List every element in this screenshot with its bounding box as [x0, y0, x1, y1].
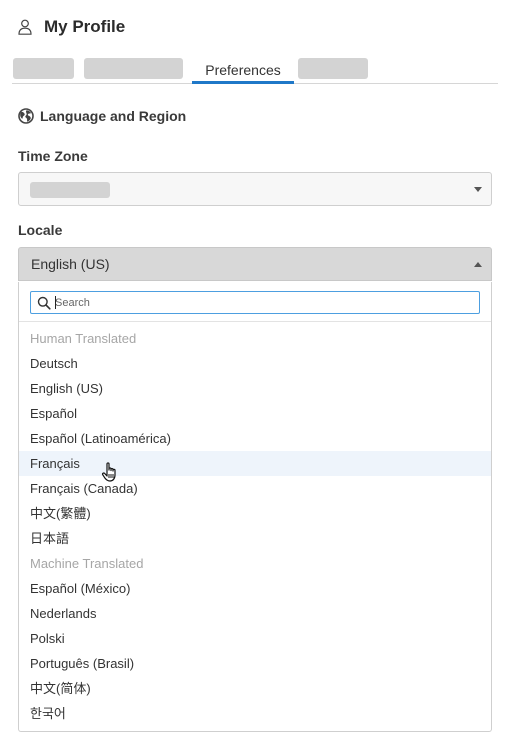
option-espanol-latinoamerica[interactable]: Español (Latinoamérica) [19, 426, 491, 451]
chevron-down-icon [474, 187, 482, 192]
option-japanese[interactable]: 日本語 [19, 526, 491, 551]
profile-page: My Profile Preferences Language and Regi… [0, 0, 510, 750]
text-cursor [55, 296, 56, 309]
option-group-machine-translated: Machine Translated [30, 556, 144, 571]
tab-redacted-1[interactable] [13, 58, 74, 79]
page-header: My Profile [18, 14, 125, 40]
option-korean[interactable]: 한국어 [19, 701, 491, 726]
tab-redacted-2[interactable] [84, 58, 183, 79]
time-zone-label: Time Zone [18, 148, 88, 164]
hand-cursor-icon [102, 462, 116, 482]
locale-selected-value: English (US) [31, 256, 110, 272]
option-deutsch[interactable]: Deutsch [19, 351, 491, 376]
option-polski[interactable]: Polski [19, 626, 491, 651]
option-chinese-simplified[interactable]: 中文(简体) [19, 676, 491, 701]
tab-bar: Preferences [12, 58, 498, 84]
option-francais[interactable]: Français [19, 451, 491, 476]
locale-dropdown: Human Translated Deutsch English (US) Es… [18, 282, 492, 732]
option-espanol[interactable]: Español [19, 401, 491, 426]
search-icon [37, 296, 51, 310]
page-title: My Profile [44, 17, 126, 36]
section-title: Language and Region [40, 108, 187, 124]
option-francais-canada[interactable]: Français (Canada) [19, 476, 491, 501]
time-zone-value [30, 182, 110, 198]
locale-options-list: Human Translated Deutsch English (US) Es… [19, 326, 491, 726]
user-icon [18, 19, 32, 35]
tab-redacted-3[interactable] [298, 58, 368, 79]
locale-search-area [19, 282, 491, 322]
chevron-up-icon [474, 262, 482, 267]
locale-search-box[interactable] [30, 291, 480, 314]
section-heading: Language and Region [18, 106, 186, 126]
search-input[interactable] [55, 294, 475, 311]
tab-active-indicator [192, 81, 294, 84]
option-portugues-brasil[interactable]: Português (Brasil) [19, 651, 491, 676]
option-espanol-mexico[interactable]: Español (México) [19, 576, 491, 601]
option-chinese-traditional[interactable]: 中文(繁體) [19, 501, 491, 526]
option-english-us[interactable]: English (US) [19, 376, 491, 401]
globe-icon [18, 108, 34, 124]
option-group-human-translated: Human Translated [30, 331, 137, 346]
time-zone-select[interactable] [18, 172, 492, 206]
locale-select[interactable]: English (US) [18, 247, 492, 281]
locale-label: Locale [18, 222, 63, 238]
option-nederlands[interactable]: Nederlands [19, 601, 491, 626]
